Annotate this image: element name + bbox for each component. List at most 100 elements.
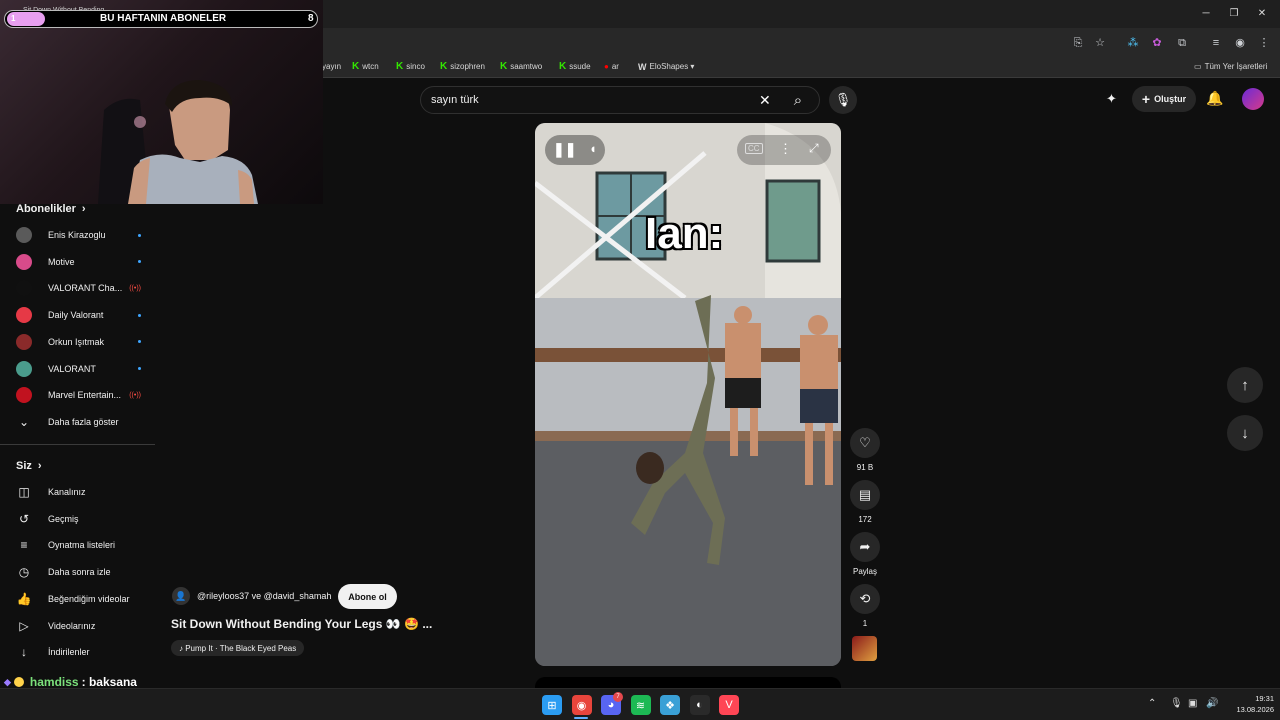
subscribe-label: Abone ol <box>348 591 387 602</box>
spotify-icon[interactable]: ≋ <box>630 695 651 715</box>
sidebar-item-channel[interactable]: ◫ Kanalınız <box>16 479 141 505</box>
kick-icon: K <box>396 61 404 72</box>
star-icon[interactable]: ☆ <box>1092 35 1108 51</box>
kick-icon: K <box>500 61 508 72</box>
volume-tray-icon[interactable]: 🔊 <box>1206 698 1218 709</box>
extension-icon[interactable]: ⁂ <box>1125 35 1141 51</box>
microphone-icon: 🎙 <box>834 92 852 107</box>
bookmark-ssude[interactable]: Kssude <box>559 56 591 78</box>
volume-icon[interactable]: ◖ <box>589 141 597 156</box>
new-content-dot <box>138 233 141 237</box>
subscription-label: Enis Kirazoglu <box>48 230 106 240</box>
chat-badge-icon <box>13 677 24 687</box>
music-chip[interactable]: ♪ Pump It · The Black Eyed Peas <box>171 640 305 656</box>
search-value: sayın türk <box>431 94 479 106</box>
bookmark-sizophren[interactable]: Ksizophren <box>440 56 485 78</box>
music-thumbnail[interactable] <box>852 636 877 661</box>
channel-avatar[interactable]: 👤 <box>172 587 190 605</box>
search-button[interactable]: ⌕ <box>784 86 812 114</box>
subscription-label: Orkun Işıtmak <box>48 336 105 347</box>
clear-search-icon[interactable]: ✕ <box>759 92 771 109</box>
voice-search-button[interactable]: 🎙 <box>829 86 857 114</box>
sidebar-subscription[interactable]: Orkun Işıtmak <box>16 329 141 355</box>
next-short-button[interactable]: ↓ <box>1227 415 1263 451</box>
bookmark-label: wtcn <box>362 62 379 71</box>
valorant-icon[interactable]: V <box>719 695 739 715</box>
subscriptions-heading[interactable]: Abonelikler › <box>16 203 86 215</box>
subscribe-button[interactable]: Abone ol <box>338 584 397 609</box>
install-icon[interactable]: ⎘ <box>1070 35 1086 51</box>
weekly-subscribers-bar: 1 BU HAFTANIN ABONELER 8 <box>4 10 318 28</box>
comment-count: 172 <box>858 515 872 524</box>
sidebar-subscription[interactable]: Daily Valorant <box>16 302 141 328</box>
captions-icon[interactable]: CC <box>745 143 763 154</box>
sparkle-icon[interactable]: ✦ <box>1106 91 1117 107</box>
queue-icon[interactable]: ≡ <box>1208 35 1224 51</box>
sub-bar-title: BU HAFTANIN ABONELER <box>100 13 227 24</box>
channel-avatar-icon <box>16 253 32 270</box>
webcam-overlay <box>0 0 323 204</box>
you-heading[interactable]: Siz › <box>16 460 42 472</box>
like-button[interactable]: ♡ 91 B <box>850 428 880 472</box>
puzzle-icon[interactable]: ⧉ <box>1174 35 1190 51</box>
sidebar-item-watch-later[interactable]: ◷ Daha sonra izle <box>16 559 141 585</box>
sidebar-subscription[interactable]: Motive <box>16 249 141 275</box>
sidebar-subscription[interactable]: Enis Kirazoglu <box>16 222 141 248</box>
chevron-right-icon: › <box>37 460 42 472</box>
chrome-icon[interactable]: ◉ <box>571 695 592 715</box>
more-options-icon[interactable]: ⋮ <box>779 141 792 157</box>
bookmark-eloshapes[interactable]: W EloShapes ▾ <box>638 56 694 78</box>
show-more-button[interactable]: ⌄ Daha fazla göster <box>16 409 141 435</box>
arrow-down-icon: ↓ <box>1241 424 1249 442</box>
maximize-icon[interactable]: ❐ <box>1226 6 1242 22</box>
notifications-icon[interactable]: 🔔 <box>1206 90 1223 107</box>
clock[interactable]: 19:31 13.08.2026 <box>1228 693 1274 715</box>
sidebar-subscription[interactable]: VALORANT <box>16 356 141 382</box>
chat-username[interactable]: hamdiss <box>30 675 79 689</box>
steam-icon[interactable]: ◐ <box>689 695 710 715</box>
fullscreen-icon[interactable]: ⤢ <box>809 141 819 156</box>
folder-icon: ▭ <box>1194 62 1202 71</box>
sidebar-item-playlists[interactable]: ≡ Oynatma listeleri <box>16 532 141 558</box>
minimize-icon[interactable]: ─ <box>1198 6 1214 22</box>
bookmark-wtcn[interactable]: Kwtcn <box>352 56 379 78</box>
sidebar-subscription[interactable]: Marvel Entertain... ((•)) <box>16 382 141 408</box>
create-button[interactable]: + Oluştur <box>1132 86 1196 112</box>
channel-avatar-icon <box>16 307 32 324</box>
extension-icon-2[interactable]: ✿ <box>1149 35 1165 51</box>
bookmark-ar[interactable]: ● ar <box>604 56 619 78</box>
microphone-tray-icon[interactable]: 🎙 <box>1170 698 1183 709</box>
sidebar-item-history[interactable]: ↺ Geçmiş <box>16 506 141 532</box>
bookmark-label: saamtwo <box>510 62 543 71</box>
comments-button[interactable]: ▤ 172 <box>850 480 880 524</box>
channel-names[interactable]: @rileyloos37 ve @david_shamah <box>197 591 331 601</box>
share-label: Paylaş <box>852 567 877 576</box>
short-title[interactable]: Sit Down Without Bending Your Legs 👀 🤩 .… <box>171 617 432 631</box>
network-icon[interactable]: ▣ <box>1188 698 1197 709</box>
sidebar-item-label: Beğendiğim videolar <box>48 593 130 604</box>
app-icon[interactable]: ❖ <box>660 695 680 715</box>
all-bookmarks[interactable]: ▭ Tüm Yer İşaretleri <box>1194 56 1267 78</box>
video-caption: Ian: <box>645 209 724 258</box>
bookmark-sinco[interactable]: Ksinco <box>396 56 425 78</box>
sidebar-item-your-videos[interactable]: ▷ Videolarınız <box>16 613 141 639</box>
bookmark-yayin[interactable]: yayın <box>322 56 341 78</box>
pause-icon[interactable]: ❚❚ <box>553 141 576 158</box>
sidebar-item-downloads[interactable]: ↓ İndirilenler <box>16 639 141 665</box>
tray-expand-icon[interactable]: ⌃ <box>1148 698 1156 709</box>
next-short-preview <box>535 677 841 688</box>
close-icon[interactable]: ✕ <box>1254 6 1270 22</box>
profile-icon[interactable]: ◉ <box>1232 35 1248 51</box>
sidebar-item-like[interactable]: 👍 Beğendiğim videolar <box>16 586 141 612</box>
short-video-player[interactable]: Ian: ❚❚ ◖ CC ⋮ ⤢ <box>535 123 841 666</box>
search-input[interactable]: sayın türk ✕ <box>420 86 820 114</box>
previous-short-button[interactable]: ↑ <box>1227 367 1263 403</box>
remix-button[interactable]: ⟲ 1 <box>850 584 880 628</box>
share-button[interactable]: ➦ Paylaş <box>850 532 880 576</box>
sidebar-subscription[interactable]: VALORANT Cha... ((•)) <box>16 275 141 301</box>
windows-icon[interactable]: ⊞ <box>542 695 562 715</box>
avatar[interactable] <box>1242 88 1264 110</box>
taskbar-app-glyph: ⊞ <box>547 699 557 712</box>
menu-icon[interactable]: ⋮ <box>1256 35 1272 51</box>
bookmark-saamtwo[interactable]: Ksaamtwo <box>500 56 542 78</box>
